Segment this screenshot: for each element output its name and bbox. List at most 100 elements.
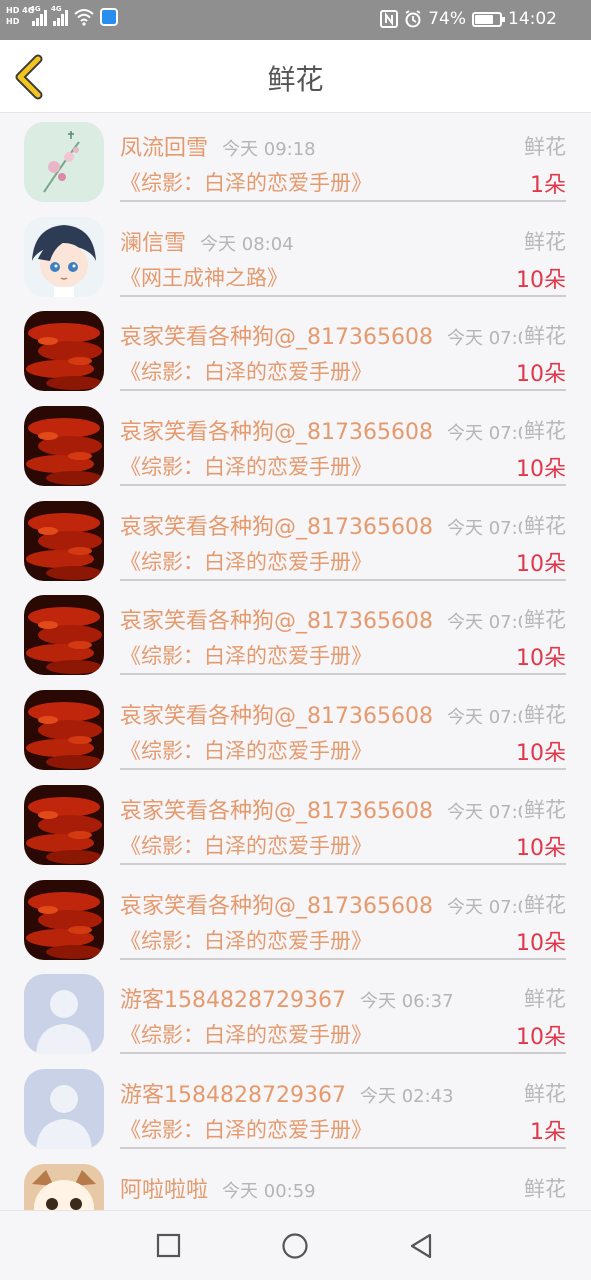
- avatar[interactable]: [24, 216, 104, 297]
- gift-time: 今天 02:43: [359, 1085, 454, 1107]
- avatar[interactable]: [24, 122, 104, 202]
- list-item[interactable]: 哀家笑看各种狗@_817365608 今天 07:09 鲜花 《综影：白泽的恋爱手册》…: [0, 493, 591, 588]
- gift-time: 今天 06:37: [359, 991, 454, 1013]
- user-name-text: 澜信雪: [120, 230, 187, 256]
- user-name-text: 哀家笑看各种狗@_817365608: [120, 798, 433, 824]
- avatar[interactable]: [24, 406, 104, 487]
- list-item[interactable]: 凤流回雪 今天 09:18 鲜花 《综影：白泽的恋爱手册》 1朵: [0, 114, 591, 209]
- book-title[interactable]: 《综影：白泽的恋爱手册》: [120, 640, 372, 670]
- avatar-red-image: [24, 406, 104, 487]
- avatar[interactable]: [24, 690, 104, 771]
- nfc-icon: [380, 10, 399, 28]
- alarm-icon: [405, 10, 421, 28]
- book-title[interactable]: 《综影：白泽的恋爱手册》: [120, 167, 372, 197]
- list-item[interactable]: 哀家笑看各种狗@_817365608 今天 07:09 鲜花《综影：白泽的恋爱手册》…: [0, 777, 591, 872]
- avatar-red-image: [24, 595, 104, 676]
- list-item[interactable]: 哀家笑看各种狗@_817365608 今天 07:09 鲜花《综影：白泽的恋爱手册》…: [0, 587, 591, 682]
- user-name[interactable]: 哀家笑看各种狗@_817365608 今天 07:09: [120, 793, 541, 825]
- gift-count: 10朵: [516, 267, 566, 293]
- avatar[interactable]: [24, 1163, 104, 1210]
- app-notification-icon: [100, 8, 118, 26]
- gift-kind: 鲜花: [522, 131, 566, 161]
- book-title[interactable]: 《综影：白泽的恋爱手册》: [120, 925, 372, 955]
- status-right: 74% 14:02: [380, 9, 557, 29]
- list-item[interactable]: 哀家笑看各种狗@_817365608 今天 07:09 鲜花《综影：白泽的恋爱手册》…: [0, 398, 591, 493]
- gift-count: 10朵: [516, 1025, 566, 1051]
- user-name[interactable]: 凤流回雪 今天 09:18: [120, 130, 316, 162]
- signal-icon: 4G: [51, 5, 68, 26]
- home-icon: [282, 1233, 308, 1259]
- list-item[interactable]: 哀家笑看各种狗@_817365608 今天 07:09 鲜花 《综影：白泽的恋爱手册》…: [0, 682, 591, 777]
- avatar-anime-image: [24, 216, 104, 297]
- book-title[interactable]: 《综影：白泽的恋爱手册》: [120, 546, 372, 576]
- user-name-text: 凤流回雪: [120, 136, 209, 161]
- user-name-text: 哀家笑看各种狗@_817365608: [120, 420, 433, 446]
- gift-kind: 鲜花: [522, 415, 566, 446]
- user-name-text: 游客1584828729367: [120, 988, 346, 1014]
- book-title[interactable]: 《综影：白泽的恋爱手册》: [120, 451, 372, 481]
- user-name[interactable]: 哀家笑看各种狗@_817365608 今天 07:09: [120, 603, 541, 635]
- avatar[interactable]: [24, 879, 104, 960]
- gift-kind: 鲜花: [522, 225, 566, 256]
- gift-kind: 鲜花: [522, 604, 566, 635]
- list-item[interactable]: 哀家笑看各种狗@_817365608 今天 07:09 鲜花《综影：白泽的恋爱手册》…: [0, 303, 591, 398]
- list-item-content: 澜信雪 今天 08:04 鲜花《网王成神之路》 10朵: [120, 209, 566, 297]
- gift-kind: 鲜花: [522, 793, 566, 824]
- user-name-text: 哀家笑看各种狗@_817365608: [120, 609, 433, 635]
- system-nav-bar: [0, 1210, 591, 1280]
- signal-icon: 4G: [30, 5, 47, 26]
- avatar[interactable]: [24, 500, 104, 581]
- book-title[interactable]: 《综影：白泽的恋爱手册》: [120, 830, 372, 860]
- user-name[interactable]: 游客1584828729367 今天 06:37: [120, 982, 454, 1014]
- gift-time: 今天 00:59: [222, 1180, 316, 1202]
- recent-apps-button[interactable]: [154, 1231, 184, 1261]
- avatar[interactable]: [24, 1068, 104, 1149]
- user-name[interactable]: 游客1584828729367 今天 02:43: [120, 1077, 454, 1109]
- book-title[interactable]: 《综影：白泽的恋爱手册》: [120, 356, 372, 386]
- list-item-content: 哀家笑看各种狗@_817365608 今天 07:09 鲜花《综影：白泽的恋爱手册》…: [120, 587, 566, 676]
- user-name[interactable]: 哀家笑看各种狗@_817365608 今天 07:09: [120, 509, 541, 541]
- list-item[interactable]: 游客1584828729367 今天 02:43 鲜花《综影：白泽的恋爱手册》 1朵: [0, 1061, 591, 1156]
- user-name[interactable]: 哀家笑看各种狗@_817365608 今天 07:09: [120, 698, 541, 730]
- avatar-red-image: [24, 784, 104, 865]
- avatar[interactable]: [24, 784, 104, 865]
- user-name[interactable]: 哀家笑看各种狗@_817365608 今天 07:09: [120, 888, 541, 920]
- list-item-content: 凤流回雪 今天 09:18 鲜花 《综影：白泽的恋爱手册》 1朵: [120, 114, 566, 202]
- user-name[interactable]: 澜信雪 今天 08:04: [120, 225, 294, 257]
- clock: 14:02: [508, 9, 557, 29]
- book-title[interactable]: 《综影：白泽的恋爱手册》: [120, 1019, 372, 1049]
- gift-kind: 鲜花: [522, 1077, 566, 1108]
- book-title[interactable]: 《综影：白泽的恋爱手册》: [120, 1114, 372, 1144]
- user-name[interactable]: 哀家笑看各种狗@_817365608 今天 07:09: [120, 319, 541, 351]
- avatar-default-image: [24, 974, 104, 1055]
- list-item-content: 游客1584828729367 今天 02:43 鲜花《综影：白泽的恋爱手册》 1朵: [120, 1061, 566, 1149]
- list-item[interactable]: 澜信雪 今天 08:04 鲜花《网王成神之路》 10朵: [0, 209, 591, 304]
- avatar[interactable]: [24, 974, 104, 1055]
- user-name-text: 哀家笑看各种狗@_817365608: [120, 514, 433, 540]
- user-name[interactable]: 阿啦啦啦 今天 00:59: [120, 1172, 316, 1204]
- list-item[interactable]: 哀家笑看各种狗@_817365608 今天 07:09 鲜花 《综影：白泽的恋爱手册》…: [0, 872, 591, 967]
- avatar[interactable]: [24, 311, 104, 392]
- avatar-default-image: [24, 1068, 104, 1149]
- list-item-content: 哀家笑看各种狗@_817365608 今天 07:09 鲜花 《综影：白泽的恋爱手册》…: [120, 872, 566, 960]
- list-item-content: 哀家笑看各种狗@_817365608 今天 07:09 鲜花《综影：白泽的恋爱手册》…: [120, 777, 566, 865]
- book-title[interactable]: 《综影：白泽的恋爱手册》: [120, 735, 372, 765]
- list-item[interactable]: 阿啦啦啦今天 00:59鲜花《综影：白泽的恋爱手册》1朵: [0, 1156, 591, 1210]
- gift-count: 10朵: [516, 930, 566, 956]
- status-bar: HD 4G HD 4G 4G 74% 14:02: [0, 0, 591, 40]
- gift-kind: 鲜花: [522, 1172, 566, 1203]
- avatar-red-image: [24, 311, 104, 392]
- home-button[interactable]: [280, 1231, 310, 1261]
- avatar[interactable]: [24, 595, 104, 676]
- user-name-text: 阿啦啦啦: [120, 1177, 209, 1203]
- gift-count: 10朵: [516, 551, 566, 577]
- gift-kind: 鲜花: [522, 320, 566, 351]
- gift-time: 今天 09:18: [222, 139, 316, 160]
- gift-count: 1朵: [530, 1119, 566, 1145]
- list-item[interactable]: 游客1584828729367 今天 06:37 鲜花 《综影：白泽的恋爱手册》 10朵: [0, 966, 591, 1061]
- avatar-flower-image: [24, 122, 104, 202]
- user-name-text: 哀家笑看各种狗@_817365608: [120, 704, 433, 730]
- nav-back-button[interactable]: [406, 1231, 436, 1261]
- user-name[interactable]: 哀家笑看各种狗@_817365608 今天 07:09: [120, 414, 541, 446]
- book-title[interactable]: 《网王成神之路》: [120, 262, 288, 292]
